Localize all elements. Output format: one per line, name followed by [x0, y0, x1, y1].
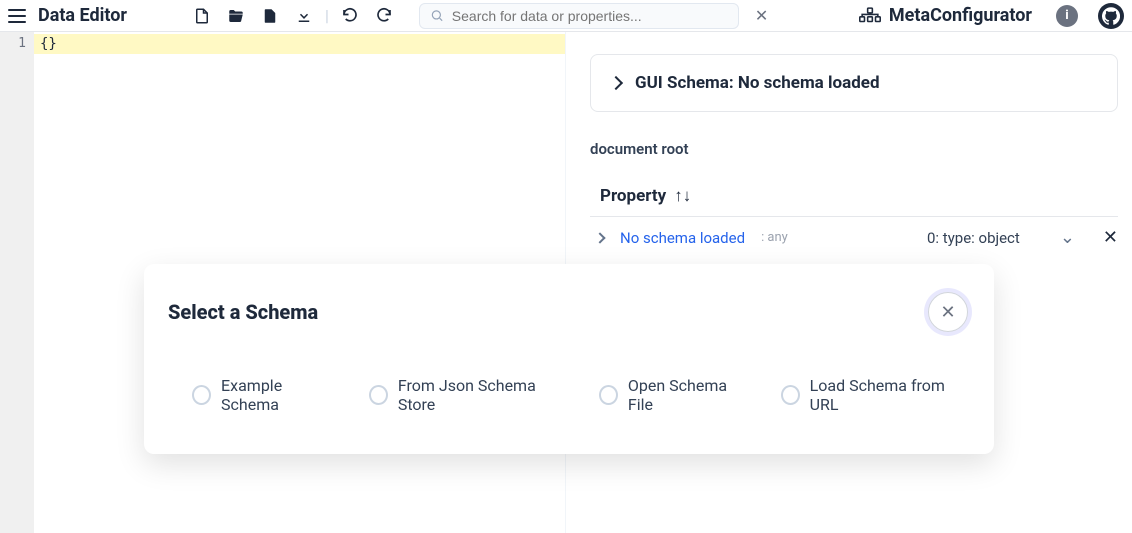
search-icon	[430, 8, 444, 23]
import-icon[interactable]	[261, 7, 279, 25]
open-folder-icon[interactable]	[227, 7, 245, 25]
brand: MetaConfigurator	[859, 5, 1032, 26]
chevron-down-icon[interactable]: ⌄	[1060, 227, 1075, 248]
app-title: Data Editor	[38, 5, 127, 26]
toolbar: Data Editor | ✕	[0, 0, 1132, 32]
chevron-right-icon	[609, 76, 623, 90]
search-field[interactable]	[419, 3, 739, 29]
radio-icon	[192, 385, 211, 405]
github-icon[interactable]	[1098, 3, 1124, 29]
brand-icon	[859, 7, 881, 25]
menu-icon[interactable]	[8, 9, 26, 23]
option-load-schema-url[interactable]: Load Schema from URL	[781, 376, 968, 414]
radio-icon	[369, 385, 388, 405]
redo-icon[interactable]	[375, 7, 393, 25]
radio-icon	[781, 385, 800, 405]
property-header[interactable]: Property ↑↓	[590, 186, 1118, 217]
option-example-schema[interactable]: Example Schema	[192, 376, 337, 414]
undo-icon[interactable]	[341, 7, 359, 25]
code-line-1[interactable]: {}	[34, 34, 565, 54]
schema-options: Example Schema From Json Schema Store Op…	[168, 376, 968, 414]
document-root-label: document root	[590, 140, 1118, 158]
modal-title: Select a Schema	[168, 300, 318, 324]
property-row: No schema loaded : any 0: type: object ⌄…	[590, 217, 1118, 258]
clear-search-icon[interactable]: ✕	[755, 6, 768, 25]
option-label: From Json Schema Store	[398, 376, 567, 414]
schema-status-text: GUI Schema: No schema loaded	[635, 73, 880, 93]
select-schema-modal: Select a Schema ✕ Example Schema From Js…	[144, 264, 994, 454]
property-any-tag: : any	[761, 230, 788, 245]
chevron-right-icon[interactable]	[594, 232, 605, 243]
property-type-value[interactable]: 0: type: object	[927, 229, 1020, 247]
search-input[interactable]	[452, 8, 728, 24]
schema-status-box[interactable]: GUI Schema: No schema loaded	[590, 54, 1118, 112]
option-open-schema-file[interactable]: Open Schema File	[599, 376, 749, 414]
option-json-schema-store[interactable]: From Json Schema Store	[369, 376, 567, 414]
property-name[interactable]: No schema loaded	[620, 229, 745, 247]
option-label: Open Schema File	[628, 376, 749, 414]
toolbar-history-group	[341, 7, 393, 25]
brand-label: MetaConfigurator	[889, 5, 1032, 26]
delete-row-icon[interactable]: ✕	[1103, 227, 1118, 248]
sort-icon[interactable]: ↑↓	[674, 186, 691, 206]
download-icon[interactable]	[295, 7, 313, 25]
line-number: 1	[0, 35, 26, 53]
property-header-label: Property	[600, 186, 666, 206]
modal-close-button[interactable]: ✕	[928, 292, 968, 332]
radio-icon	[599, 385, 618, 405]
toolbar-file-group	[193, 7, 313, 25]
info-icon[interactable]: i	[1056, 5, 1078, 27]
option-label: Example Schema	[221, 376, 337, 414]
new-file-icon[interactable]	[193, 7, 211, 25]
editor-gutter: 1	[0, 32, 34, 533]
toolbar-divider: |	[319, 6, 335, 25]
option-label: Load Schema from URL	[810, 376, 968, 414]
